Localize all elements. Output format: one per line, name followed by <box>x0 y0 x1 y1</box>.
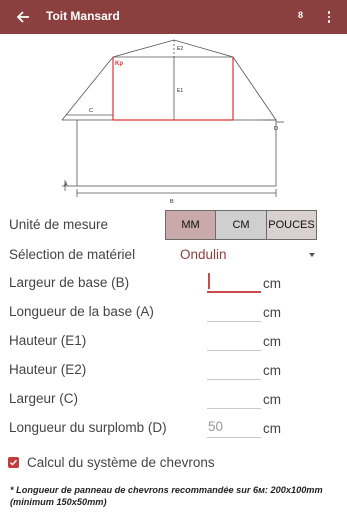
unit-cm-label: cm <box>263 334 281 349</box>
unit-selector: MM CM POUCES <box>165 210 317 240</box>
arrow-left-icon[interactable] <box>12 6 34 28</box>
label-a: A <box>64 182 68 188</box>
input-surplomb-d[interactable]: 50 <box>207 416 261 438</box>
field-label-a: Longueur de la base (A) <box>9 304 154 319</box>
field-label-c: Largeur (C) <box>9 391 79 406</box>
material-label: Sélection de matériel <box>9 247 136 262</box>
field-label-e1: Hauteur (E1) <box>9 333 87 348</box>
label-b: B <box>170 199 174 205</box>
label-e2: E2 <box>177 46 183 52</box>
label-d: D <box>274 126 278 132</box>
unit-cm-label: cm <box>263 421 281 436</box>
field-label-b: Largeur de base (B) <box>9 275 130 290</box>
rafter-checkbox-label[interactable]: Calcul du système de chevrons <box>27 455 215 470</box>
label-kp: Kp <box>115 61 123 67</box>
field-label-e2: Hauteur (E2) <box>9 362 87 377</box>
counter-badge[interactable]: 8 <box>298 10 303 20</box>
unit-pouces-button[interactable]: POUCES <box>267 210 317 240</box>
material-select[interactable]: Ondulin <box>180 247 227 262</box>
unit-cm-label: cm <box>263 276 281 291</box>
more-vertical-icon[interactable] <box>322 6 336 28</box>
input-largeur-c[interactable] <box>207 387 261 409</box>
unit-cm-label: cm <box>263 305 281 320</box>
input-largeur-base[interactable] <box>207 271 261 293</box>
unit-label: Unité de mesure <box>9 217 109 232</box>
roof-diagram: E2 Kp E1 C D A B <box>61 39 284 205</box>
input-longueur-base[interactable] <box>207 300 261 322</box>
unit-cm-label: cm <box>263 392 281 407</box>
field-label-d: Longueur du surplomb (D) <box>9 420 167 435</box>
rafter-checkbox[interactable] <box>8 457 19 468</box>
label-e1: E1 <box>177 88 183 94</box>
unit-cm-button[interactable]: CM <box>216 210 267 240</box>
unit-mm-button[interactable]: MM <box>165 210 216 240</box>
check-icon <box>9 459 18 466</box>
dropdown-arrow-icon[interactable] <box>309 253 315 257</box>
app-bar: Toit Mansard 8 <box>0 0 347 34</box>
input-hauteur-e2[interactable] <box>207 358 261 380</box>
page-title: Toit Mansard <box>46 9 120 23</box>
unit-cm-label: cm <box>263 363 281 378</box>
label-c: C <box>89 108 93 114</box>
recommendation-note: * Longueur de panneau de chevrons recomm… <box>10 485 323 507</box>
input-hauteur-e1[interactable] <box>207 329 261 351</box>
